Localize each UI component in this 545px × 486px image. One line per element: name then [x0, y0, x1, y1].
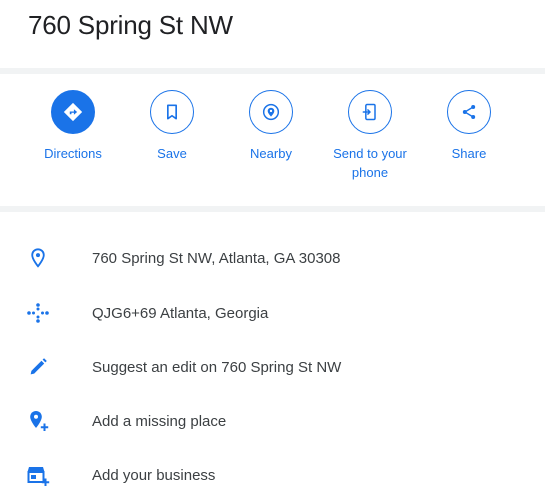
place-panel: 760 Spring St NW Directions Save Nearby … — [0, 0, 545, 486]
nearby-label: Nearby — [250, 146, 292, 161]
save-button[interactable]: Save — [122, 90, 222, 163]
save-label: Save — [157, 146, 187, 161]
directions-button[interactable]: Directions — [23, 90, 123, 163]
add-business-icon — [24, 461, 52, 486]
suggest-edit-row[interactable]: Suggest an edit on 760 Spring St NW — [0, 347, 545, 387]
action-bar: Directions Save Nearby Send to your phon… — [0, 90, 545, 200]
nearby-icon — [249, 90, 293, 134]
add-business-text: Add your business — [92, 466, 216, 484]
place-title: 760 Spring St NW — [28, 10, 233, 40]
plus-code-icon — [24, 299, 52, 327]
divider — [0, 68, 545, 74]
divider — [0, 206, 545, 212]
nearby-button[interactable]: Nearby — [221, 90, 321, 163]
location-pin-icon — [24, 244, 52, 272]
add-missing-place-row[interactable]: Add a missing place — [0, 401, 545, 441]
suggest-edit-text: Suggest an edit on 760 Spring St NW — [92, 358, 342, 376]
address-text: 760 Spring St NW, Atlanta, GA 30308 — [92, 249, 341, 267]
plus-code-text: QJG6+69 Atlanta, Georgia — [92, 304, 269, 322]
directions-icon — [51, 90, 95, 134]
share-button[interactable]: Share — [419, 90, 519, 163]
directions-label: Directions — [44, 146, 102, 161]
send-to-phone-icon — [348, 90, 392, 134]
plus-code-row[interactable]: QJG6+69 Atlanta, Georgia — [0, 293, 545, 333]
pencil-icon — [24, 353, 52, 381]
address-row[interactable]: 760 Spring St NW, Atlanta, GA 30308 — [0, 238, 545, 278]
send-to-phone-label: Send to your phone — [333, 146, 407, 180]
bookmark-icon — [150, 90, 194, 134]
add-missing-place-text: Add a missing place — [92, 412, 227, 430]
share-label: Share — [451, 146, 487, 161]
add-place-icon — [24, 407, 52, 435]
send-to-phone-button[interactable]: Send to your phone — [320, 90, 420, 182]
add-business-row[interactable]: Add your business — [0, 455, 545, 486]
share-icon — [447, 90, 491, 134]
